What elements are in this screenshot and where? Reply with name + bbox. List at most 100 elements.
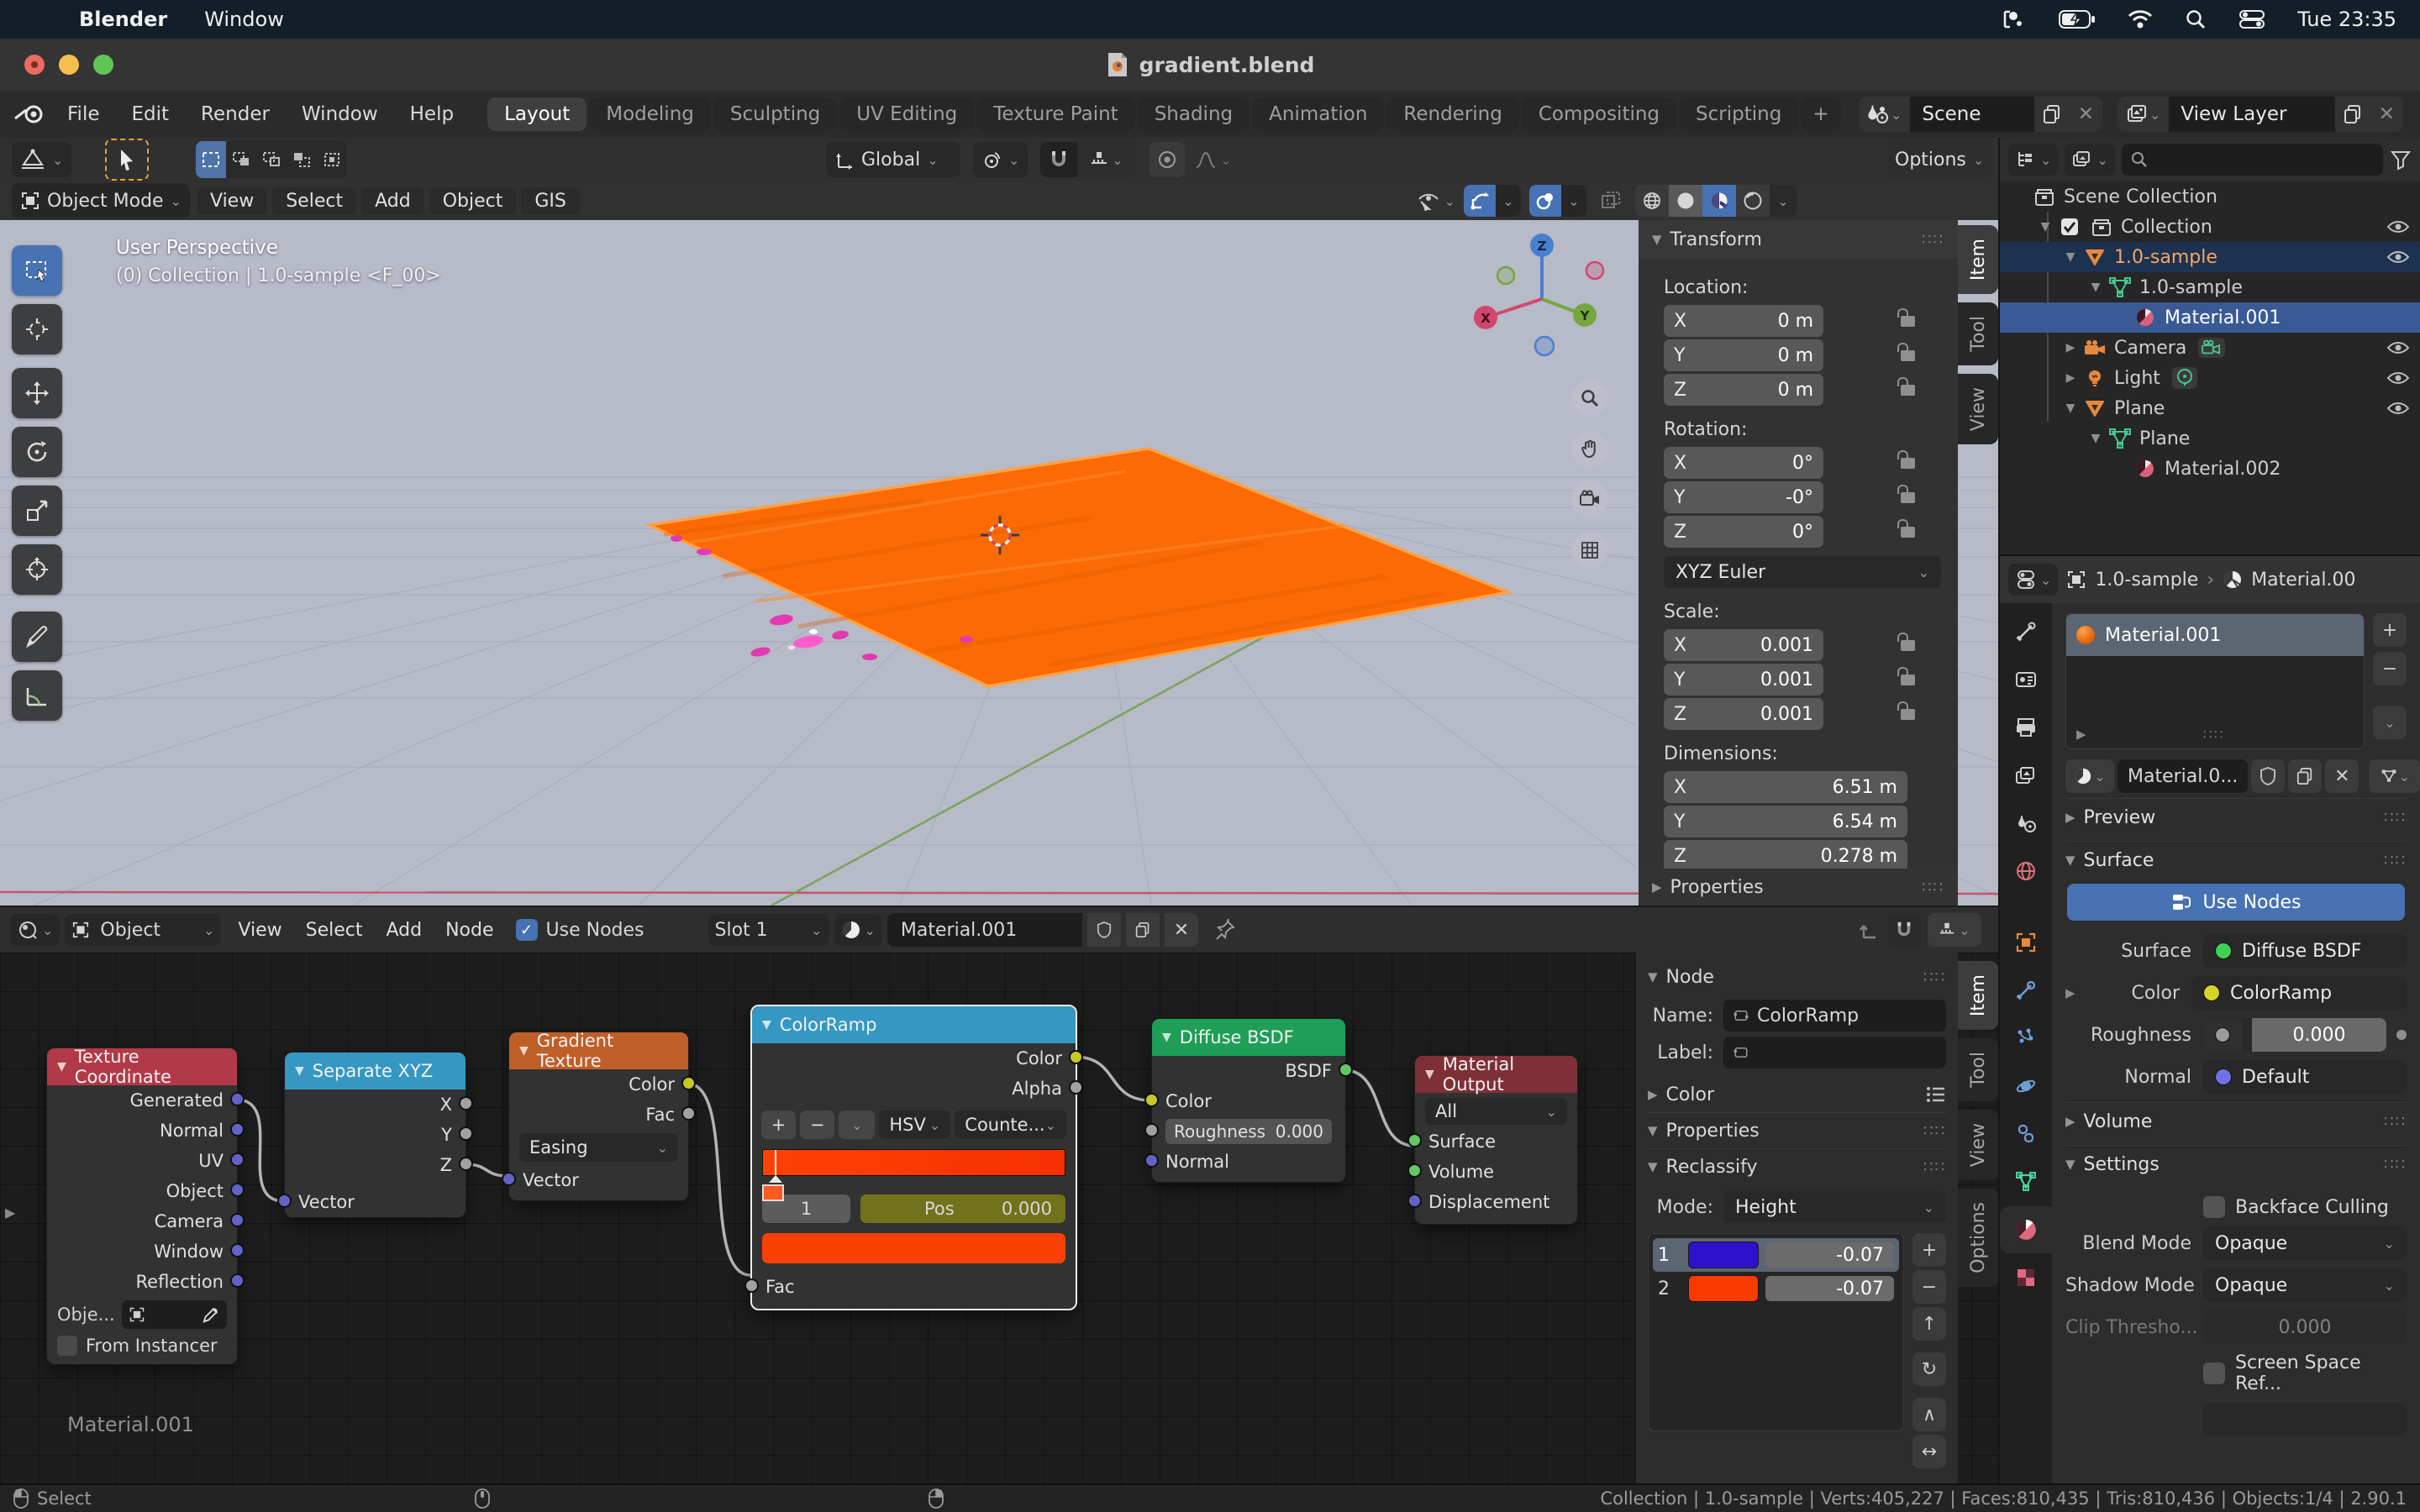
node-header[interactable]: ▼Separate XYZ	[285, 1053, 466, 1089]
node-material-output[interactable]: ▼Material Output All⌄ SurfaceVolumeDispl…	[1414, 1055, 1578, 1225]
reclassify-row-2[interactable]: 2-0.07	[1653, 1272, 1899, 1305]
shader-menu-select[interactable]: Select	[294, 916, 375, 944]
light-data-icon[interactable]	[2172, 367, 2197, 389]
node-header[interactable]: ▼Material Output	[1415, 1056, 1577, 1093]
battery-icon[interactable]	[2059, 9, 2096, 29]
output-object[interactable]: Object	[47, 1176, 237, 1206]
reclassify-remove-button[interactable]: −	[1912, 1270, 1946, 1304]
color-input-field[interactable]: ColorRamp	[2191, 976, 2407, 1010]
rotation-mode-dropdown[interactable]: XYZ Euler⌄	[1664, 556, 1941, 588]
shader-material-name-field[interactable]: Material.001	[887, 913, 1082, 947]
socket-displacement[interactable]	[1407, 1194, 1422, 1208]
scene-copy-button[interactable]	[2034, 97, 2070, 132]
copy-material-button[interactable]	[2288, 759, 2322, 793]
properties-tab-render[interactable]	[2000, 656, 2052, 703]
shader-type-dropdown[interactable]: Object⌄	[65, 914, 221, 946]
output-normal[interactable]: Normal	[47, 1116, 237, 1146]
node-diffuse-bsdf[interactable]: ▼Diffuse BSDF BSDF Color Roughness0.000 …	[1151, 1018, 1346, 1183]
lock-icon[interactable]	[1901, 350, 1915, 361]
preview-panel-header[interactable]: ▶Preview∷∷	[2065, 798, 2407, 836]
transform-orientation-dropdown[interactable]: Global⌄	[826, 142, 960, 177]
tool-scale[interactable]	[12, 486, 62, 536]
properties-subpanel-header[interactable]: ▶Properties∷∷	[1639, 869, 1958, 906]
view-layer-icon[interactable]: ⌄	[2118, 97, 2169, 132]
input-normal[interactable]: Normal	[1152, 1147, 1345, 1177]
properties-tab-view-layer[interactable]	[2000, 752, 2052, 799]
workspace-tab-texture-paint[interactable]: Texture Paint	[976, 97, 1134, 131]
disclosure-right-icon[interactable]: ▶	[2059, 341, 2082, 354]
region-toggle-icon[interactable]: ▶	[5, 1205, 15, 1221]
transform-scale-x-field[interactable]: X0.001	[1664, 629, 1823, 661]
add-workspace-tab[interactable]: +	[1801, 97, 1840, 131]
properties-tab-material[interactable]	[2000, 1206, 2052, 1253]
topbar-menu-edit[interactable]: Edit	[120, 100, 182, 129]
shader-unlink-button[interactable]: ✕	[1165, 913, 1198, 947]
ortho-toggle-button[interactable]	[1571, 532, 1608, 569]
menubar-window-menu[interactable]: Window	[204, 8, 284, 31]
disclosure-down-icon[interactable]: ▼	[2084, 432, 2107, 445]
blender-logo-icon[interactable]	[13, 103, 47, 125]
settings-panel-header[interactable]: ▼Settings∷∷	[2065, 1145, 2407, 1183]
disclosure-right-icon[interactable]: ▶	[2059, 371, 2082, 385]
from-instancer-checkbox[interactable]	[57, 1336, 77, 1356]
eye-icon[interactable]	[2386, 369, 2410, 387]
tool-move[interactable]	[12, 368, 62, 418]
object-picker-field[interactable]	[122, 1300, 227, 1329]
zoom-button-viewport[interactable]	[1571, 380, 1608, 417]
properties-tab-physics[interactable]	[2000, 1063, 2052, 1110]
shader-menu-node[interactable]: Node	[434, 916, 505, 944]
eye-icon[interactable]	[2386, 399, 2410, 417]
select-mode-extend-button[interactable]	[226, 141, 256, 178]
transform-dimensions-z-field[interactable]: Z0.278 m	[1664, 840, 1907, 872]
surface-panel-header[interactable]: ▼Surface∷∷	[2065, 841, 2407, 879]
use-nodes-checkbox[interactable]: ✓	[516, 919, 538, 941]
scene-unlink-button[interactable]: ✕	[2070, 97, 2102, 132]
lock-icon[interactable]	[1901, 675, 1915, 685]
remove-stop-button[interactable]: −	[800, 1110, 834, 1139]
node-header[interactable]: ▼Gradient Texture	[509, 1032, 688, 1069]
tool-annotate[interactable]	[12, 612, 62, 662]
transform-scale-z-field[interactable]: Z0.001	[1664, 698, 1823, 730]
socket-reflection[interactable]	[230, 1273, 245, 1288]
parent-node-tree-button[interactable]	[1859, 919, 1881, 941]
shader-snap-dropdown[interactable]: ⌄	[1928, 913, 1981, 947]
properties-tab-data[interactable]	[2000, 1158, 2052, 1205]
wifi-icon[interactable]	[2128, 9, 2153, 29]
color-ramp-bar[interactable]	[762, 1149, 1065, 1176]
ramp-specials-dropdown[interactable]: ⌄	[839, 1110, 875, 1139]
shader-tab-options[interactable]: Options	[1958, 1189, 1998, 1287]
workspace-tab-compositing[interactable]: Compositing	[1522, 97, 1676, 131]
viewport-tab-tool[interactable]: Tool	[1958, 302, 1998, 365]
stop-color-swatch[interactable]	[762, 1233, 1065, 1263]
outliner-row-camera[interactable]: ▶Camera	[2000, 333, 2420, 363]
output-alpha[interactable]: Alpha	[752, 1074, 1076, 1104]
viewport-menu-gis[interactable]: GIS	[521, 187, 580, 215]
topbar-menu-render[interactable]: Render	[189, 100, 281, 129]
breadcrumb-object[interactable]: 1.0-sample	[2095, 570, 2198, 591]
checkbox-icon[interactable]	[2057, 216, 2082, 238]
lock-icon[interactable]	[1901, 709, 1915, 720]
properties-editor-type-button[interactable]: ⌄	[2008, 564, 2058, 596]
properties-tab-constraints[interactable]	[2000, 1110, 2052, 1158]
outliner-row-scene-collection[interactable]: Scene Collection	[2000, 181, 2420, 212]
material-name-field[interactable]: Material.0...	[2118, 759, 2248, 793]
reclassify-color-swatch[interactable]	[1688, 1275, 1759, 1302]
node-texture-coordinate[interactable]: ▼Texture Coordinate GeneratedNormalUVObj…	[46, 1047, 238, 1365]
socket-object[interactable]	[230, 1183, 245, 1197]
tool-rotate[interactable]	[12, 427, 62, 477]
viewport-tab-item[interactable]: Item	[1958, 225, 1998, 294]
input-vector[interactable]: Vector	[285, 1187, 466, 1217]
volume-panel-header[interactable]: ▶Volume∷∷	[2065, 1102, 2407, 1140]
normal-input-field[interactable]: Default	[2203, 1060, 2407, 1094]
shading-material-button[interactable]	[1702, 185, 1736, 217]
viewport-menu-object[interactable]: Object	[429, 187, 517, 215]
animate-dot-icon[interactable]	[2396, 1030, 2407, 1040]
output-generated[interactable]: Generated	[47, 1085, 237, 1116]
viewport-menu-select[interactable]: Select	[272, 187, 356, 215]
shader-tab-view[interactable]: View	[1958, 1110, 1998, 1180]
properties-tab-world[interactable]	[2000, 848, 2052, 895]
material-browse-dropdown[interactable]: ⌄	[2065, 759, 2114, 793]
tool-select-box[interactable]	[12, 245, 62, 296]
reclassify-flip-button[interactable]: ↔	[1912, 1435, 1946, 1468]
properties-tab-tool[interactable]	[2000, 608, 2052, 655]
